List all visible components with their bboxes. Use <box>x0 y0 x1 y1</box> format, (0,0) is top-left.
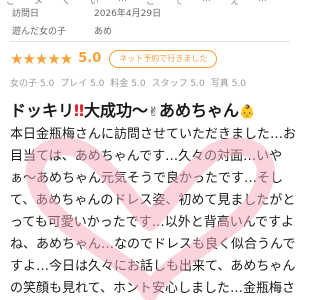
girl-row: 遊んだ女の子 あめ <box>12 24 288 37</box>
visit-date-value: 2026年4月29日 <box>94 9 162 19</box>
victory-hand-icon: ✌ <box>148 105 159 120</box>
review-title: ドッキリ‼大成功〜✌あめちゃん👶 <box>10 97 255 121</box>
truncated-char: … <box>258 0 267 4</box>
subscore-play: プレイ 5.0 <box>60 79 105 89</box>
subscore-girl: 女の子 5.0 <box>10 79 55 89</box>
girl-name: あめ <box>94 27 113 37</box>
star-rating-icons: ★★★★★ <box>10 50 73 68</box>
baby-face-icon: 👶 <box>238 105 256 120</box>
subscore-price: 料金 5.0 <box>110 79 146 89</box>
review-line: すよ…今日は久々にお話しも出来て、あめちゃん <box>10 259 296 274</box>
rating-row: ★★★★★ 5.0 ネット予約で行きました <box>10 50 218 68</box>
double-exclamation-icon: ‼ <box>74 101 85 120</box>
truncated-char: … <box>118 0 127 4</box>
title-part-3: あめちゃん <box>158 101 239 120</box>
review-line: て、あめちゃんのドレス姿、初めて見ましたがと <box>10 193 296 208</box>
review-body: 本日金瓶梅さんに訪問させていただきました…お 目当ては、あめちゃんです…久々の対… <box>10 124 297 300</box>
divider <box>10 41 290 42</box>
title-part-2: 大成功〜 <box>84 101 149 120</box>
review-line: の笑顔も見れて、ホント安心しました…金瓶梅さ <box>10 281 295 296</box>
overall-score: 5.0 <box>78 51 102 66</box>
subscore-staff: スタッフ 5.0 <box>151 79 205 89</box>
visit-date-label: 訪問日 <box>12 9 40 19</box>
review-line: っても可愛いかったです…以外と背高いんですよ <box>10 215 295 230</box>
review-line: ね、あめちゃん…なのでドレスも良く似合うんで <box>10 237 296 252</box>
visit-date-row: 訪問日 2026年4月29日 <box>12 6 288 19</box>
net-reservation-badge[interactable]: ネット予約で行きました <box>109 50 218 68</box>
sub-scores: 女の子 5.0 プレイ 5.0 料金 5.0 スタッフ 5.0 写真 5.0 <box>10 76 252 89</box>
review-line: 目当ては、あめちゃんです…久々の対面…いや <box>10 149 283 164</box>
review-line: ぁ〜あめちゃん元気そうで良かったです…そし <box>10 171 284 186</box>
truncated-char: … <box>202 0 211 4</box>
review-line: 本日金瓶梅さんに訪問させていただきました…お <box>10 127 297 142</box>
subscore-photo: 写真 5.0 <box>210 79 246 89</box>
title-part-1: ドッキリ <box>10 101 75 120</box>
girl-label: 遊んだ女の子 <box>12 27 67 37</box>
